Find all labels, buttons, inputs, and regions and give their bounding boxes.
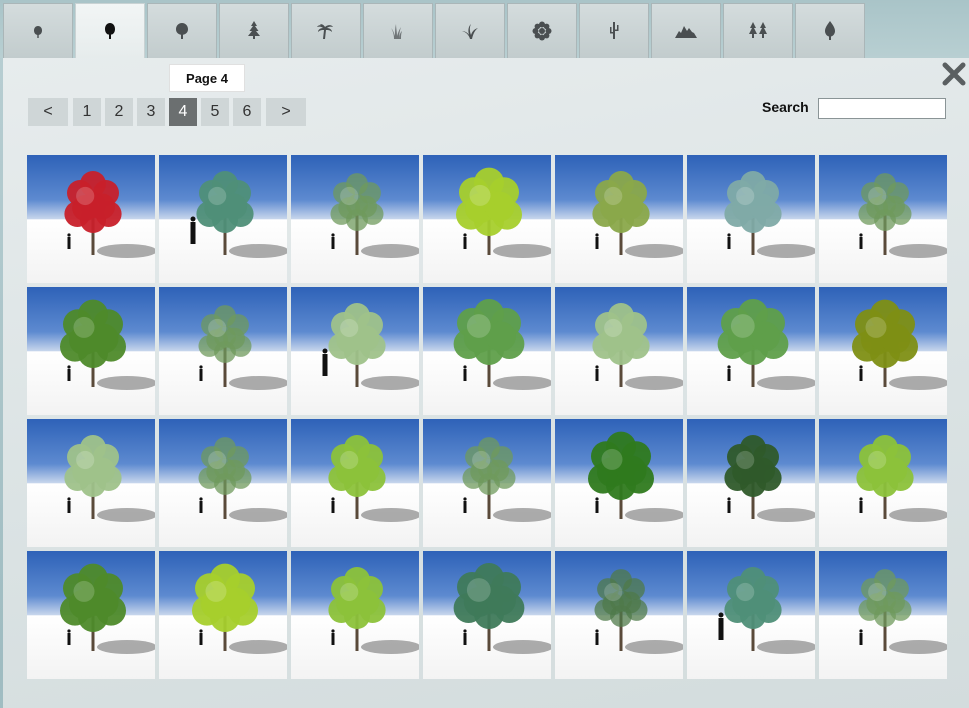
tab-palm[interactable] xyxy=(291,3,361,58)
tree-render xyxy=(198,437,287,522)
palm-tree-icon xyxy=(317,24,333,39)
flower-icon xyxy=(532,21,552,41)
tree-thumbnail[interactable] xyxy=(555,287,683,415)
small-tree-icon xyxy=(34,26,42,38)
tree-thumbnail[interactable] xyxy=(555,551,683,679)
tree-thumbnail[interactable] xyxy=(423,287,551,415)
prev-page-button[interactable]: < xyxy=(28,98,68,126)
tab-cactus[interactable] xyxy=(579,3,649,58)
tree-thumbnail[interactable] xyxy=(687,287,815,415)
tree-thumbnail[interactable] xyxy=(819,155,947,283)
tab-conifer[interactable] xyxy=(219,3,289,58)
tree-render xyxy=(856,435,947,522)
page-6-button[interactable]: 6 xyxy=(233,98,261,126)
tree-thumbnail[interactable] xyxy=(687,419,815,547)
tree-render xyxy=(330,173,419,258)
tree-render xyxy=(60,299,155,390)
page-4-button[interactable]: 4 xyxy=(169,98,197,126)
leaf-icon xyxy=(825,21,835,40)
tree-render xyxy=(60,563,155,654)
conifer-tree-icon xyxy=(248,21,260,39)
tab-forest[interactable] xyxy=(723,3,793,58)
tree-render xyxy=(198,305,287,390)
thumbnail-grid xyxy=(27,155,947,679)
tree-thumbnail[interactable] xyxy=(687,551,815,679)
tree-thumbnail[interactable] xyxy=(687,155,815,283)
broadleaf-tree-icon xyxy=(105,22,115,39)
tree-render xyxy=(718,567,815,654)
tab-grass[interactable] xyxy=(363,3,433,58)
tree-thumbnail[interactable] xyxy=(159,155,287,283)
tree-thumbnail[interactable] xyxy=(27,155,155,283)
tree-render xyxy=(858,173,947,258)
tree-thumbnail[interactable] xyxy=(423,155,551,283)
tree-render xyxy=(328,435,419,522)
search-label: Search xyxy=(762,99,809,115)
tree-render xyxy=(456,167,551,258)
close-icon xyxy=(942,62,966,86)
tree-render xyxy=(192,563,287,654)
tree-render xyxy=(328,567,419,654)
tree-render xyxy=(594,569,683,654)
close-button[interactable] xyxy=(942,62,966,86)
tab-round-tree[interactable] xyxy=(147,3,217,58)
forest-icon xyxy=(749,22,767,38)
tree-render xyxy=(190,171,287,258)
tree-render xyxy=(453,563,551,654)
tree-render xyxy=(724,435,815,522)
category-tab-bar xyxy=(0,0,969,59)
tree-render xyxy=(64,171,155,258)
page-5-button[interactable]: 5 xyxy=(201,98,229,126)
tree-thumbnail[interactable] xyxy=(423,551,551,679)
cactus-icon xyxy=(610,22,619,39)
tree-thumbnail[interactable] xyxy=(159,551,287,679)
tree-render xyxy=(592,303,683,390)
tree-thumbnail[interactable] xyxy=(291,287,419,415)
tree-thumbnail[interactable] xyxy=(291,419,419,547)
tree-thumbnail[interactable] xyxy=(555,155,683,283)
tree-thumbnail[interactable] xyxy=(819,419,947,547)
round-tree-icon xyxy=(176,23,188,39)
tab-shrub[interactable] xyxy=(3,3,73,58)
tree-render xyxy=(453,299,551,390)
tree-thumbnail[interactable] xyxy=(291,551,419,679)
page-tooltip: Page 4 xyxy=(169,64,245,92)
tree-thumbnail[interactable] xyxy=(159,419,287,547)
tree-thumbnail[interactable] xyxy=(423,419,551,547)
tree-thumbnail[interactable] xyxy=(27,419,155,547)
plant-icon xyxy=(462,24,478,39)
tab-leaf[interactable] xyxy=(795,3,865,58)
tree-render xyxy=(858,569,947,654)
tree-render xyxy=(462,437,551,522)
tree-render xyxy=(64,435,155,522)
rocks-icon xyxy=(675,26,697,38)
grass-icon xyxy=(391,24,402,39)
tree-thumbnail[interactable] xyxy=(27,287,155,415)
page-3-button[interactable]: 3 xyxy=(137,98,165,126)
tree-render xyxy=(322,303,419,390)
tree-thumbnail[interactable] xyxy=(819,287,947,415)
tree-render xyxy=(592,171,683,258)
page-1-button[interactable]: 1 xyxy=(73,98,101,126)
tab-plant[interactable] xyxy=(435,3,505,58)
tree-render xyxy=(717,299,815,390)
tree-thumbnail[interactable] xyxy=(159,287,287,415)
tree-thumbnail[interactable] xyxy=(27,551,155,679)
tree-render xyxy=(724,171,815,258)
tab-broadleaf[interactable] xyxy=(75,3,145,59)
tree-thumbnail[interactable] xyxy=(555,419,683,547)
tab-rocks[interactable] xyxy=(651,3,721,58)
page-2-button[interactable]: 2 xyxy=(105,98,133,126)
search-input[interactable] xyxy=(818,98,946,119)
tab-flower[interactable] xyxy=(507,3,577,58)
tree-thumbnail[interactable] xyxy=(819,551,947,679)
tree-render xyxy=(588,431,683,522)
next-page-button[interactable]: > xyxy=(266,98,306,126)
tree-thumbnail[interactable] xyxy=(291,155,419,283)
tree-render xyxy=(852,299,947,390)
